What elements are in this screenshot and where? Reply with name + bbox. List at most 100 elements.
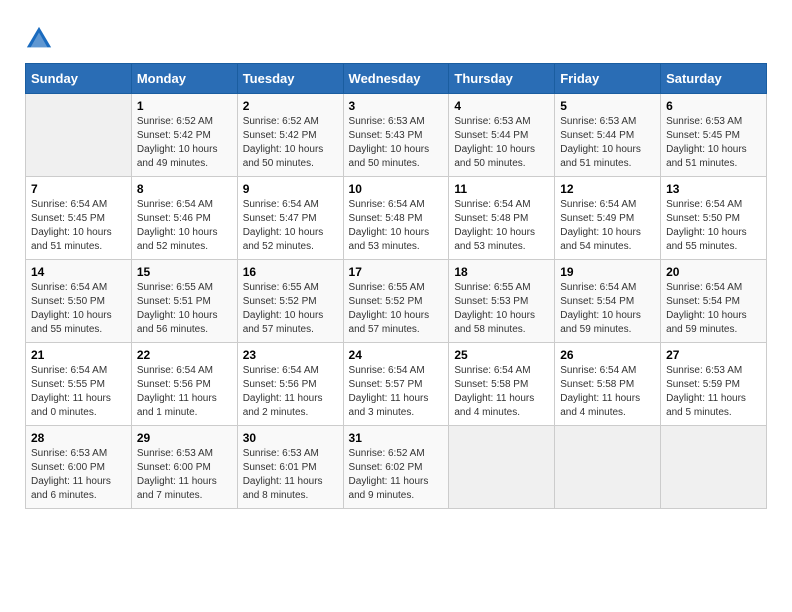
day-number: 14 bbox=[31, 265, 126, 279]
day-number: 28 bbox=[31, 431, 126, 445]
calendar-cell: 23 Sunrise: 6:54 AMSunset: 5:56 PMDayligh… bbox=[237, 343, 343, 426]
calendar-cell: 3 Sunrise: 6:53 AMSunset: 5:43 PMDaylight… bbox=[343, 94, 449, 177]
day-info: Sunrise: 6:54 AMSunset: 5:58 PMDaylight:… bbox=[560, 364, 655, 420]
header-row: SundayMondayTuesdayWednesdayThursdayFrid… bbox=[26, 64, 767, 94]
day-number: 4 bbox=[454, 99, 549, 113]
week-row-3: 14 Sunrise: 6:54 AMSunset: 5:50 PMDayligh… bbox=[26, 260, 767, 343]
day-number: 11 bbox=[454, 182, 549, 196]
calendar-cell: 16 Sunrise: 6:55 AMSunset: 5:52 PMDayligh… bbox=[237, 260, 343, 343]
calendar-cell bbox=[449, 426, 555, 509]
day-number: 30 bbox=[243, 431, 338, 445]
day-info: Sunrise: 6:54 AMSunset: 5:58 PMDaylight:… bbox=[454, 364, 549, 420]
logo-icon bbox=[25, 25, 53, 53]
calendar-cell: 20Sunrise: 6:54 AMSunset: 5:54 PMDayligh… bbox=[661, 260, 767, 343]
day-info: Sunrise: 6:55 AMSunset: 5:53 PMDaylight:… bbox=[454, 281, 549, 337]
calendar-cell: 8 Sunrise: 6:54 AMSunset: 5:46 PMDaylight… bbox=[131, 177, 237, 260]
day-number: 2 bbox=[243, 99, 338, 113]
header-wednesday: Wednesday bbox=[343, 64, 449, 94]
calendar-table: SundayMondayTuesdayWednesdayThursdayFrid… bbox=[25, 63, 767, 509]
day-info: Sunrise: 6:54 AMSunset: 5:54 PMDaylight:… bbox=[560, 281, 655, 337]
day-number: 24 bbox=[349, 348, 444, 362]
day-info: Sunrise: 6:53 AMSunset: 5:44 PMDaylight:… bbox=[454, 115, 549, 171]
day-number: 26 bbox=[560, 348, 655, 362]
header bbox=[25, 20, 767, 53]
header-friday: Friday bbox=[555, 64, 661, 94]
day-info: Sunrise: 6:54 AMSunset: 5:50 PMDaylight:… bbox=[31, 281, 126, 337]
calendar-cell: 17 Sunrise: 6:55 AMSunset: 5:52 PMDayligh… bbox=[343, 260, 449, 343]
calendar-cell: 18 Sunrise: 6:55 AMSunset: 5:53 PMDayligh… bbox=[449, 260, 555, 343]
header-saturday: Saturday bbox=[661, 64, 767, 94]
calendar-cell: 7 Sunrise: 6:54 AMSunset: 5:45 PMDaylight… bbox=[26, 177, 132, 260]
day-info: Sunrise: 6:54 AMSunset: 5:48 PMDaylight:… bbox=[349, 198, 444, 254]
day-info: Sunrise: 6:55 AMSunset: 5:51 PMDaylight:… bbox=[137, 281, 232, 337]
calendar-cell: 5 Sunrise: 6:53 AMSunset: 5:44 PMDaylight… bbox=[555, 94, 661, 177]
calendar-cell: 24 Sunrise: 6:54 AMSunset: 5:57 PMDayligh… bbox=[343, 343, 449, 426]
calendar-cell: 26 Sunrise: 6:54 AMSunset: 5:58 PMDayligh… bbox=[555, 343, 661, 426]
header-sunday: Sunday bbox=[26, 64, 132, 94]
calendar-cell: 21Sunrise: 6:54 AMSunset: 5:55 PMDayligh… bbox=[26, 343, 132, 426]
day-number: 29 bbox=[137, 431, 232, 445]
calendar-cell: 28 Sunrise: 6:53 AMSunset: 6:00 PMDayligh… bbox=[26, 426, 132, 509]
day-number: 27 bbox=[666, 348, 761, 362]
day-info: Sunrise: 6:52 AMSunset: 6:02 PMDaylight:… bbox=[349, 447, 444, 503]
day-number: 23 bbox=[243, 348, 338, 362]
day-number: 10 bbox=[349, 182, 444, 196]
day-number: 1 bbox=[137, 99, 232, 113]
day-info: Sunrise: 6:53 AMSunset: 5:43 PMDaylight:… bbox=[349, 115, 444, 171]
day-info: Sunrise: 6:54 AMSunset: 5:50 PMDaylight:… bbox=[666, 198, 761, 254]
week-row-4: 21Sunrise: 6:54 AMSunset: 5:55 PMDayligh… bbox=[26, 343, 767, 426]
week-row-2: 7 Sunrise: 6:54 AMSunset: 5:45 PMDaylight… bbox=[26, 177, 767, 260]
day-number: 9 bbox=[243, 182, 338, 196]
calendar-cell: 27Sunrise: 6:53 AMSunset: 5:59 PMDayligh… bbox=[661, 343, 767, 426]
day-info: Sunrise: 6:54 AMSunset: 5:48 PMDaylight:… bbox=[454, 198, 549, 254]
day-info: Sunrise: 6:54 AMSunset: 5:45 PMDaylight:… bbox=[31, 198, 126, 254]
day-info: Sunrise: 6:54 AMSunset: 5:47 PMDaylight:… bbox=[243, 198, 338, 254]
calendar-cell: 11 Sunrise: 6:54 AMSunset: 5:48 PMDayligh… bbox=[449, 177, 555, 260]
calendar-cell: 1 Sunrise: 6:52 AMSunset: 5:42 PMDaylight… bbox=[131, 94, 237, 177]
logo bbox=[25, 25, 56, 53]
day-number: 15 bbox=[137, 265, 232, 279]
header-monday: Monday bbox=[131, 64, 237, 94]
calendar-cell: 12Sunrise: 6:54 AMSunset: 5:49 PMDayligh… bbox=[555, 177, 661, 260]
day-number: 16 bbox=[243, 265, 338, 279]
calendar-cell: 29 Sunrise: 6:53 AMSunset: 6:00 PMDayligh… bbox=[131, 426, 237, 509]
day-info: Sunrise: 6:54 AMSunset: 5:57 PMDaylight:… bbox=[349, 364, 444, 420]
day-info: Sunrise: 6:52 AMSunset: 5:42 PMDaylight:… bbox=[137, 115, 232, 171]
calendar-cell: 25 Sunrise: 6:54 AMSunset: 5:58 PMDayligh… bbox=[449, 343, 555, 426]
day-number: 13 bbox=[666, 182, 761, 196]
day-info: Sunrise: 6:53 AMSunset: 6:00 PMDaylight:… bbox=[137, 447, 232, 503]
day-number: 5 bbox=[560, 99, 655, 113]
day-info: Sunrise: 6:54 AMSunset: 5:56 PMDaylight:… bbox=[137, 364, 232, 420]
day-info: Sunrise: 6:55 AMSunset: 5:52 PMDaylight:… bbox=[349, 281, 444, 337]
day-info: Sunrise: 6:53 AMSunset: 6:00 PMDaylight:… bbox=[31, 447, 126, 503]
calendar-cell bbox=[555, 426, 661, 509]
calendar-header: SundayMondayTuesdayWednesdayThursdayFrid… bbox=[26, 64, 767, 94]
calendar-cell: 22Sunrise: 6:54 AMSunset: 5:56 PMDayligh… bbox=[131, 343, 237, 426]
calendar-cell bbox=[26, 94, 132, 177]
day-info: Sunrise: 6:53 AMSunset: 5:45 PMDaylight:… bbox=[666, 115, 761, 171]
day-number: 20 bbox=[666, 265, 761, 279]
calendar-cell: 2 Sunrise: 6:52 AMSunset: 5:42 PMDaylight… bbox=[237, 94, 343, 177]
calendar-cell: 9 Sunrise: 6:54 AMSunset: 5:47 PMDaylight… bbox=[237, 177, 343, 260]
day-number: 8 bbox=[137, 182, 232, 196]
calendar-cell: 15 Sunrise: 6:55 AMSunset: 5:51 PMDayligh… bbox=[131, 260, 237, 343]
day-number: 25 bbox=[454, 348, 549, 362]
calendar-cell: 13 Sunrise: 6:54 AMSunset: 5:50 PMDayligh… bbox=[661, 177, 767, 260]
day-info: Sunrise: 6:53 AMSunset: 5:44 PMDaylight:… bbox=[560, 115, 655, 171]
calendar-cell: 30 Sunrise: 6:53 AMSunset: 6:01 PMDayligh… bbox=[237, 426, 343, 509]
header-thursday: Thursday bbox=[449, 64, 555, 94]
day-number: 3 bbox=[349, 99, 444, 113]
day-number: 18 bbox=[454, 265, 549, 279]
day-info: Sunrise: 6:54 AMSunset: 5:46 PMDaylight:… bbox=[137, 198, 232, 254]
calendar-cell: 31 Sunrise: 6:52 AMSunset: 6:02 PMDayligh… bbox=[343, 426, 449, 509]
day-info: Sunrise: 6:52 AMSunset: 5:42 PMDaylight:… bbox=[243, 115, 338, 171]
day-info: Sunrise: 6:55 AMSunset: 5:52 PMDaylight:… bbox=[243, 281, 338, 337]
day-number: 7 bbox=[31, 182, 126, 196]
day-number: 31 bbox=[349, 431, 444, 445]
calendar-body: 1 Sunrise: 6:52 AMSunset: 5:42 PMDaylight… bbox=[26, 94, 767, 509]
day-info: Sunrise: 6:54 AMSunset: 5:56 PMDaylight:… bbox=[243, 364, 338, 420]
calendar-cell: 6Sunrise: 6:53 AMSunset: 5:45 PMDaylight… bbox=[661, 94, 767, 177]
day-number: 17 bbox=[349, 265, 444, 279]
day-info: Sunrise: 6:53 AMSunset: 6:01 PMDaylight:… bbox=[243, 447, 338, 503]
calendar-cell: 19Sunrise: 6:54 AMSunset: 5:54 PMDayligh… bbox=[555, 260, 661, 343]
